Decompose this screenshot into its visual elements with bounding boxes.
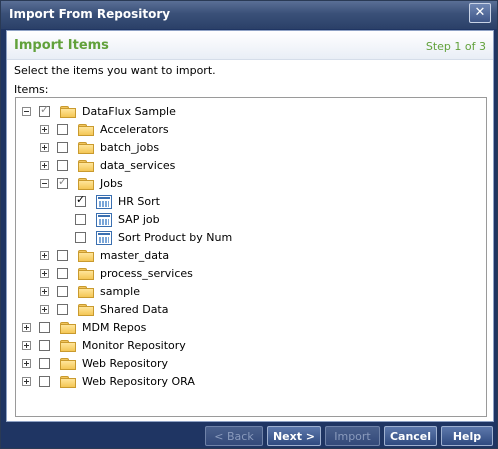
- expand-icon[interactable]: [40, 305, 49, 314]
- tree-item-label: Shared Data: [100, 303, 169, 316]
- step-header: Import Items Step 1 of 3: [7, 31, 493, 60]
- folder-icon: [78, 285, 94, 298]
- item-checkbox[interactable]: [39, 376, 50, 387]
- expand-icon[interactable]: [40, 287, 49, 296]
- item-checkbox[interactable]: [39, 103, 50, 117]
- help-button[interactable]: Help: [441, 426, 493, 446]
- tree-item-label: data_services: [100, 159, 176, 172]
- folder-icon: [78, 303, 94, 316]
- instructions-text: Select the items you want to import.: [14, 64, 216, 77]
- folder-icon: [60, 321, 76, 334]
- tree-item-label: batch_jobs: [100, 141, 160, 154]
- tree-item-label: Accelerators: [100, 123, 169, 136]
- expand-icon[interactable]: [22, 377, 31, 386]
- expand-icon[interactable]: [22, 341, 31, 350]
- tree-item-label: master_data: [100, 249, 170, 262]
- tree-row[interactable]: Web Repository: [22, 355, 168, 372]
- item-checkbox[interactable]: [75, 232, 86, 243]
- tree-row[interactable]: sample: [40, 283, 140, 300]
- tree-row[interactable]: master_data: [40, 247, 169, 264]
- expand-icon[interactable]: [22, 323, 31, 332]
- tree-row[interactable]: DataFlux Sample: [22, 103, 176, 120]
- item-checkbox[interactable]: [57, 250, 68, 261]
- item-checkbox[interactable]: [57, 124, 68, 135]
- tree-item-label: process_services: [100, 267, 193, 280]
- tree-item-label: sample: [100, 285, 140, 298]
- collapse-icon[interactable]: [22, 107, 31, 116]
- import-dialog: Import From Repository ✕ Import Items St…: [0, 0, 498, 449]
- item-checkbox[interactable]: [57, 175, 68, 189]
- item-checkbox[interactable]: [39, 322, 50, 333]
- tree-row[interactable]: process_services: [40, 265, 193, 282]
- dialog-body: Import Items Step 1 of 3 Select the item…: [6, 30, 494, 422]
- folder-icon: [60, 339, 76, 352]
- folder-icon: [60, 105, 76, 118]
- expand-icon[interactable]: [40, 125, 49, 134]
- items-label: Items:: [14, 83, 49, 96]
- tree-row[interactable]: HR Sort: [58, 193, 160, 210]
- item-checkbox[interactable]: [39, 340, 50, 351]
- folder-icon: [60, 375, 76, 388]
- tree-item-label: Jobs: [100, 177, 123, 190]
- folder-icon: [78, 159, 94, 172]
- folder-icon: [78, 267, 94, 280]
- tree-item-label: Web Repository ORA: [82, 375, 195, 388]
- items-tree[interactable]: DataFlux Sample Accelerators batch_jobsdat…: [15, 97, 487, 417]
- cancel-button[interactable]: Cancel: [384, 426, 437, 446]
- folder-icon: [60, 357, 76, 370]
- tree-row[interactable]: batch_jobs: [40, 139, 159, 156]
- folder-icon: [78, 177, 94, 190]
- tree-item-label: DataFlux Sample: [82, 105, 176, 118]
- tree-row[interactable]: Accelerators: [40, 121, 169, 138]
- tree-item-label: HR Sort: [118, 195, 160, 208]
- step-indicator: Step 1 of 3: [425, 40, 486, 53]
- dialog-title: Import From Repository: [9, 7, 171, 21]
- item-checkbox[interactable]: [57, 286, 68, 297]
- tree-item-label: MDM Repos: [82, 321, 147, 334]
- item-checkbox[interactable]: [75, 214, 86, 225]
- item-checkbox[interactable]: [57, 304, 68, 315]
- tree-row[interactable]: Shared Data: [40, 301, 169, 318]
- expand-icon[interactable]: [40, 251, 49, 260]
- tree-row[interactable]: Jobs: [40, 175, 123, 192]
- job-icon: [96, 230, 112, 245]
- item-checkbox[interactable]: [75, 193, 86, 207]
- tree-row[interactable]: data_services: [40, 157, 175, 174]
- tree-item-label: Monitor Repository: [82, 339, 186, 352]
- expand-icon[interactable]: [40, 143, 49, 152]
- close-button[interactable]: ✕: [469, 3, 491, 23]
- tree-row[interactable]: Web Repository ORA: [22, 373, 195, 390]
- tree-item-label: SAP job: [118, 213, 160, 226]
- title-bar[interactable]: Import From Repository ✕: [1, 1, 497, 29]
- tree-item-label: Sort Product by Num: [118, 231, 233, 244]
- expand-icon[interactable]: [22, 359, 31, 368]
- tree-row[interactable]: MDM Repos: [22, 319, 146, 336]
- import-button[interactable]: Import: [325, 426, 380, 446]
- tree-item-label: Web Repository: [82, 357, 168, 370]
- next-button[interactable]: Next >: [267, 426, 321, 446]
- expand-icon[interactable]: [40, 161, 49, 170]
- tree-row[interactable]: SAP job: [58, 211, 160, 228]
- folder-icon: [78, 249, 94, 262]
- item-checkbox[interactable]: [39, 358, 50, 369]
- folder-icon: [78, 141, 94, 154]
- tree-row[interactable]: Sort Product by Num: [58, 229, 232, 246]
- expand-icon[interactable]: [40, 269, 49, 278]
- back-button[interactable]: < Back: [205, 426, 263, 446]
- folder-icon: [78, 123, 94, 136]
- item-checkbox[interactable]: [57, 268, 68, 279]
- job-icon: [96, 194, 112, 209]
- job-icon: [96, 212, 112, 227]
- page-title: Import Items: [14, 38, 109, 53]
- button-bar: < Back Next > Import Cancel Help: [1, 422, 497, 448]
- item-checkbox[interactable]: [57, 160, 68, 171]
- item-checkbox[interactable]: [57, 142, 68, 153]
- tree-row[interactable]: Monitor Repository: [22, 337, 186, 354]
- collapse-icon[interactable]: [40, 179, 49, 188]
